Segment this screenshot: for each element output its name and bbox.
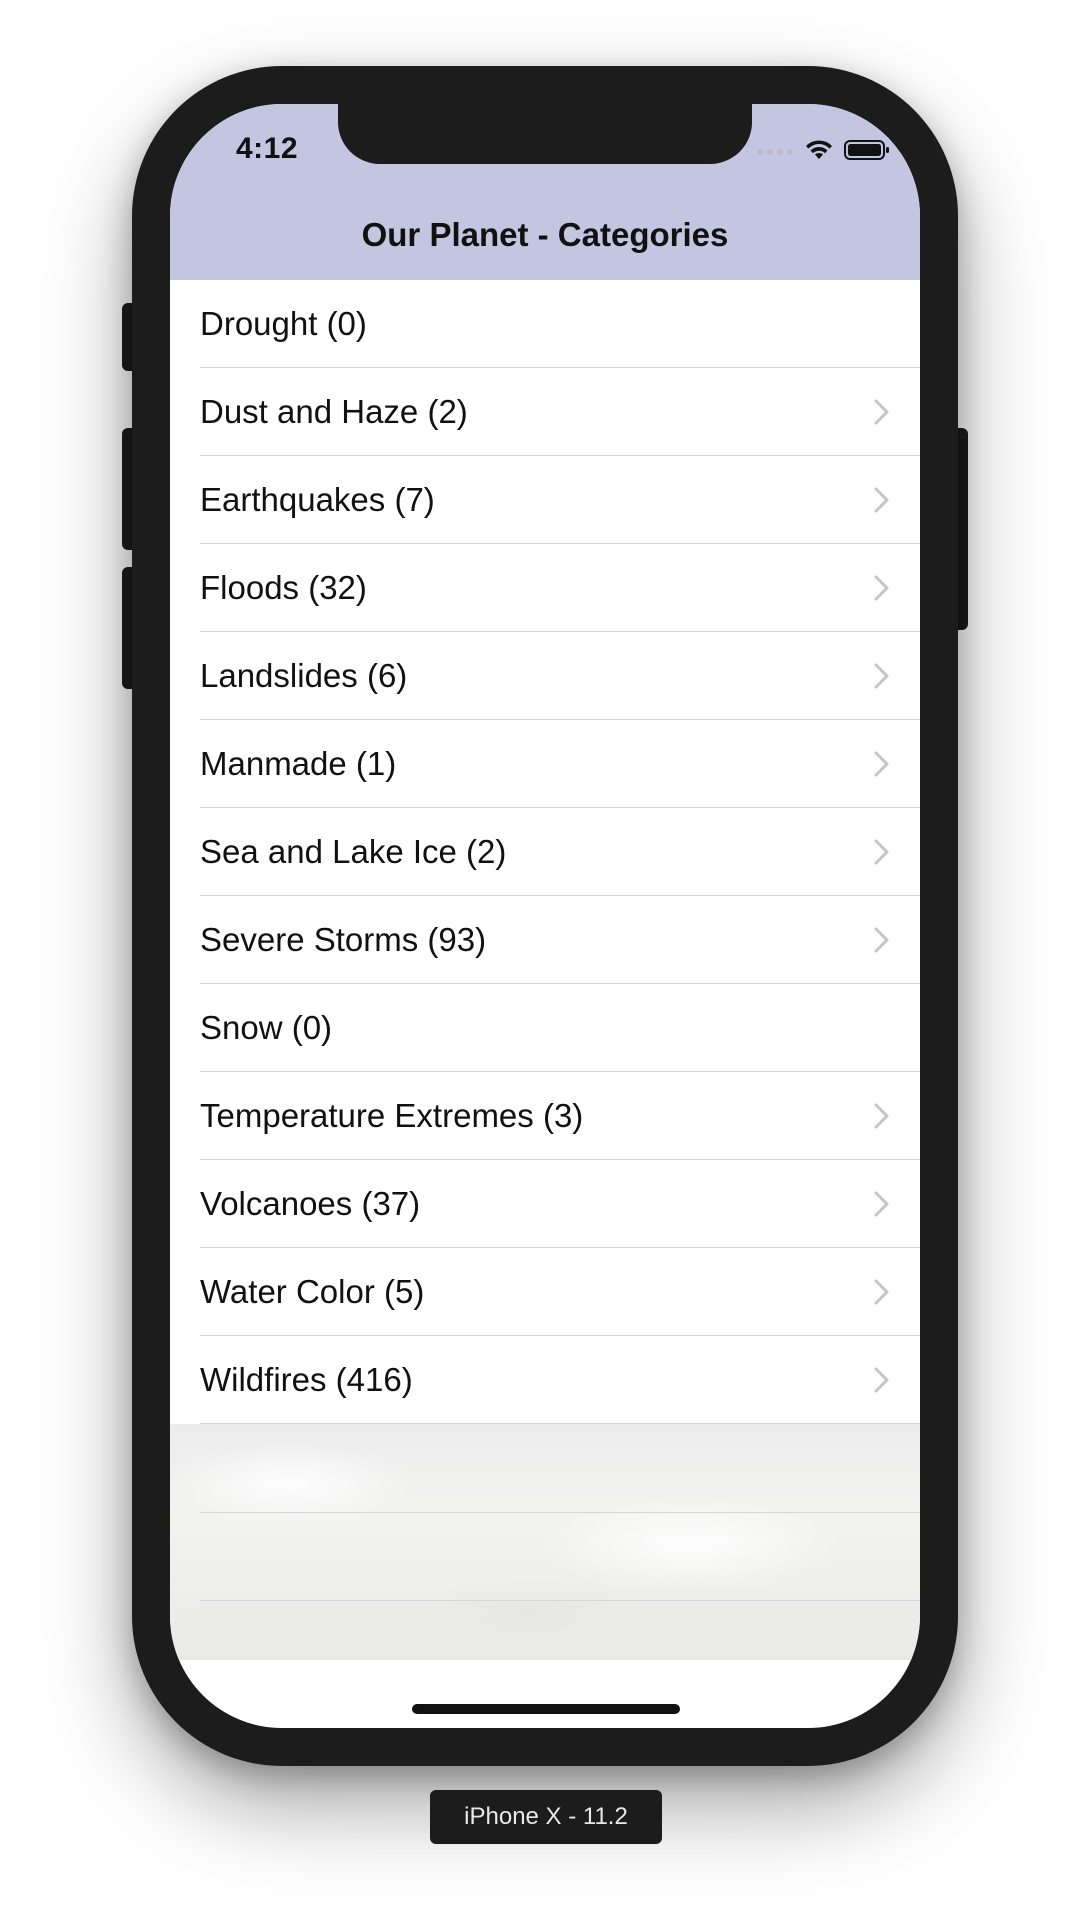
- category-label: Wildfires (416): [200, 1361, 413, 1398]
- background-image: [170, 1424, 920, 1660]
- chevron-right-icon: [874, 839, 889, 865]
- category-list: Drought (0) Dust and Haze (2) Earthquake…: [170, 280, 920, 1424]
- list-item[interactable]: Manmade (1): [170, 720, 920, 808]
- row-separator: [200, 1600, 920, 1601]
- list-item[interactable]: Temperature Extremes (3): [170, 1072, 920, 1160]
- list-item[interactable]: Landslides (6): [170, 632, 920, 720]
- category-label: Manmade (1): [200, 745, 397, 782]
- category-label: Landslides (6): [200, 657, 408, 694]
- category-label: Water Color (5): [200, 1273, 425, 1310]
- list-item[interactable]: Water Color (5): [170, 1248, 920, 1336]
- list-item[interactable]: Sea and Lake Ice (2): [170, 808, 920, 896]
- list-item[interactable]: Wildfires (416): [170, 1336, 920, 1424]
- list-item[interactable]: Volcanoes (37): [170, 1160, 920, 1248]
- list-item[interactable]: Floods (32): [170, 544, 920, 632]
- chevron-right-icon: [874, 575, 889, 601]
- chevron-right-icon: [874, 1191, 889, 1217]
- list-item[interactable]: Snow (0): [170, 984, 920, 1072]
- list-item[interactable]: Earthquakes (7): [170, 456, 920, 544]
- sensor-notch: [338, 104, 752, 164]
- status-icons: [756, 138, 890, 162]
- cellular-signal-icon: [757, 149, 793, 155]
- page-title: Our Planet - Categories: [361, 216, 729, 253]
- chevron-right-icon: [874, 751, 889, 777]
- home-indicator[interactable]: [412, 1704, 680, 1714]
- category-label: Volcanoes (37): [200, 1185, 421, 1222]
- category-label: Dust and Haze (2): [200, 393, 468, 430]
- wifi-icon: [806, 140, 832, 159]
- device-label: iPhone X - 11.2: [430, 1790, 662, 1844]
- category-label: Floods (32): [200, 569, 367, 606]
- chevron-right-icon: [874, 399, 889, 425]
- list-item[interactable]: Drought (0): [170, 280, 920, 368]
- category-label: Drought (0): [200, 305, 367, 342]
- chevron-right-icon: [874, 487, 889, 513]
- simulator-canvas: 4:12 Our Planet - Categories Drought (0)…: [0, 0, 1090, 1928]
- category-label: Severe Storms (93): [200, 921, 487, 958]
- row-separator: [200, 1512, 920, 1513]
- category-label: Snow (0): [200, 1009, 333, 1046]
- status-time: 4:12: [236, 132, 299, 165]
- chevron-right-icon: [874, 663, 889, 689]
- chevron-right-icon: [874, 1279, 889, 1305]
- category-label: Temperature Extremes (3): [200, 1097, 584, 1134]
- chevron-right-icon: [874, 927, 889, 953]
- chevron-right-icon: [874, 1367, 889, 1393]
- chevron-right-icon: [874, 1103, 889, 1129]
- battery-icon: [844, 140, 889, 160]
- device-screen: 4:12 Our Planet - Categories Drought (0)…: [170, 104, 920, 1728]
- category-label: Earthquakes (7): [200, 481, 435, 518]
- category-label: Sea and Lake Ice (2): [200, 833, 507, 870]
- list-item[interactable]: Severe Storms (93): [170, 896, 920, 984]
- list-item[interactable]: Dust and Haze (2): [170, 368, 920, 456]
